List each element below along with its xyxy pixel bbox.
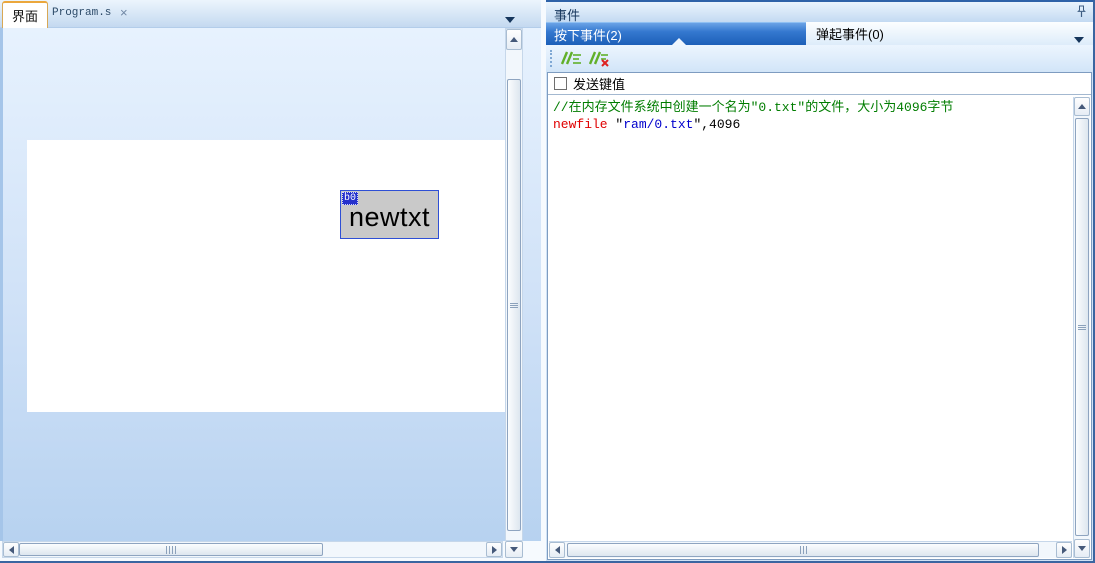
tab-program-s-label: Program.s bbox=[52, 7, 112, 19]
add-comment-icon[interactable] bbox=[559, 49, 583, 68]
tab-interface[interactable]: 界面 bbox=[2, 1, 49, 28]
scroll-right-icon bbox=[491, 545, 497, 554]
tab-release-event[interactable]: 弹起事件(0) bbox=[806, 22, 1093, 45]
scroll-down-icon bbox=[510, 547, 518, 552]
toolbar-drag-handle[interactable] bbox=[550, 50, 552, 67]
document-tab-bar: 界面 Program.s × bbox=[0, 0, 541, 28]
design-vertical-scrollbar[interactable] bbox=[505, 28, 523, 541]
code-line-comment: //在内存文件系统中创建一个名为"0.txt"的文件，大小为4096字节 bbox=[553, 100, 954, 115]
scroll-up-icon bbox=[510, 37, 518, 42]
tab-press-event[interactable]: 按下事件(2) bbox=[546, 22, 806, 45]
newtxt-button-widget[interactable]: b0 newtxt bbox=[340, 190, 439, 239]
scroll-down-button[interactable] bbox=[505, 541, 523, 558]
send-key-label: 发送键值 bbox=[573, 77, 626, 92]
send-key-checkbox[interactable] bbox=[554, 77, 567, 90]
vertical-scroll-thumb[interactable] bbox=[1075, 118, 1089, 536]
tab-release-event-label: 弹起事件(0) bbox=[816, 27, 884, 42]
scroll-down-icon bbox=[1078, 546, 1086, 551]
horizontal-scroll-track[interactable] bbox=[19, 542, 486, 557]
thumb-grip bbox=[799, 541, 808, 559]
vertical-scroll-thumb[interactable] bbox=[507, 79, 521, 531]
event-toolbar bbox=[546, 45, 1093, 72]
event-panel-titlebar: 事件 bbox=[546, 0, 1093, 23]
thumb-grip bbox=[165, 541, 177, 559]
remove-comment-icon[interactable] bbox=[587, 49, 611, 68]
scroll-down-button[interactable] bbox=[1074, 539, 1090, 558]
scroll-up-icon bbox=[1078, 104, 1086, 109]
event-editor-area: 发送键值 //在内存文件系统中创建一个名为"0.txt"的文件，大小为4096字… bbox=[547, 72, 1092, 560]
tab-interface-label: 界面 bbox=[12, 9, 39, 24]
chevron-down-icon[interactable] bbox=[505, 10, 515, 28]
code-editor[interactable]: //在内存文件系统中创建一个名为"0.txt"的文件，大小为4096字节 new… bbox=[548, 96, 1073, 541]
horizontal-scroll-thumb[interactable] bbox=[19, 543, 323, 556]
thumb-grip bbox=[510, 302, 518, 309]
hmi-editor-window: 界面 Program.s × b0 newtxt 事件 按下事件(2) 弹起事件… bbox=[0, 0, 1095, 563]
design-canvas-viewport[interactable]: b0 newtxt bbox=[0, 28, 541, 541]
scroll-right-button[interactable] bbox=[486, 542, 502, 557]
widget-label: newtxt bbox=[348, 202, 431, 232]
scroll-left-button[interactable] bbox=[549, 542, 565, 558]
thumb-grip bbox=[1078, 324, 1086, 331]
tab-program-s[interactable]: Program.s bbox=[52, 7, 111, 19]
design-horizontal-scrollbar[interactable] bbox=[2, 541, 503, 558]
code-line-statement: newfile "ram/0.txt",4096 bbox=[553, 117, 741, 132]
close-icon[interactable]: × bbox=[120, 5, 128, 20]
code-keyword: newfile bbox=[553, 117, 608, 132]
event-panel: 事件 按下事件(2) 弹起事件(0) 发送键值 //在内存文件系统中创建一个名为… bbox=[546, 0, 1093, 561]
horizontal-scroll-track[interactable] bbox=[565, 542, 1056, 558]
scroll-left-button[interactable] bbox=[3, 542, 19, 557]
page-canvas[interactable]: b0 newtxt bbox=[27, 140, 506, 412]
scrollbar-corner[interactable] bbox=[505, 541, 523, 558]
scroll-left-icon bbox=[8, 545, 14, 554]
scroll-up-button[interactable] bbox=[506, 29, 522, 50]
widget-id-badge: b0 bbox=[342, 192, 359, 205]
horizontal-scroll-thumb[interactable] bbox=[567, 543, 1039, 557]
editor-vertical-scrollbar[interactable] bbox=[1073, 97, 1090, 558]
scroll-right-icon bbox=[1061, 546, 1067, 554]
scroll-up-button[interactable] bbox=[1074, 97, 1090, 116]
event-tab-bar: 按下事件(2) 弹起事件(0) bbox=[546, 22, 1093, 45]
code-string: ram/0.txt bbox=[623, 117, 694, 132]
send-key-row: 发送键值 bbox=[548, 73, 1091, 95]
editor-horizontal-scrollbar[interactable] bbox=[549, 541, 1072, 558]
pushpin-icon[interactable] bbox=[1076, 5, 1087, 23]
selected-tab-notch bbox=[672, 38, 686, 45]
tab-press-event-label: 按下事件(2) bbox=[554, 27, 622, 43]
vertical-scroll-track[interactable] bbox=[506, 50, 522, 540]
scroll-left-icon bbox=[554, 546, 560, 554]
vertical-scroll-track[interactable] bbox=[1074, 116, 1090, 539]
design-panel: 界面 Program.s × b0 newtxt bbox=[0, 0, 541, 561]
scroll-right-button[interactable] bbox=[1056, 542, 1072, 558]
